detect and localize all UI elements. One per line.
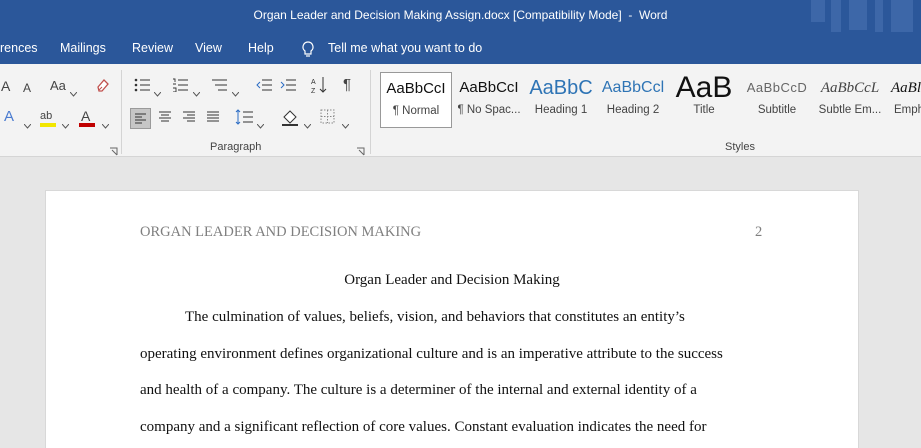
body-line: operating environment defines organizati… [140, 346, 723, 362]
style-subtle-emphasis[interactable]: AaBbCcL Subtle Em... [814, 72, 886, 128]
chevron-down-icon[interactable] [101, 116, 110, 134]
font-color-button[interactable]: A [81, 108, 90, 124]
svg-text:A: A [311, 79, 316, 86]
highlight-button[interactable]: ab [40, 108, 52, 124]
chevron-down-icon[interactable] [341, 116, 350, 134]
borders-icon[interactable] [320, 109, 335, 129]
style-preview: AaB [675, 72, 733, 104]
group-separator [121, 70, 122, 154]
style-preview: AaBbC [529, 77, 593, 99]
tell-me-search[interactable]: Tell me what you want to do [328, 41, 482, 55]
grow-font-button[interactable]: A [1, 78, 10, 94]
line-spacing-icon[interactable] [235, 109, 253, 130]
numbering-icon[interactable] [172, 78, 188, 97]
decrease-indent-icon[interactable] [256, 78, 272, 97]
chevron-down-icon[interactable] [69, 84, 78, 102]
lightbulb-icon[interactable] [301, 41, 315, 57]
chevron-down-icon[interactable] [231, 84, 240, 102]
body-line: company and a significant reflection of … [140, 419, 707, 435]
justify-icon[interactable] [205, 110, 221, 129]
styles-group-label: Styles [725, 141, 755, 153]
shrink-font-button[interactable]: A [23, 80, 31, 96]
style-label: Emph [894, 104, 921, 116]
tab-mailings[interactable]: Mailings [60, 41, 106, 55]
text-effects-button[interactable]: A [4, 109, 14, 125]
chevron-down-icon[interactable] [153, 84, 162, 102]
document-page[interactable]: ORGAN LEADER AND DECISION MAKING 2 Organ… [45, 190, 859, 448]
style-label: ¶ No Spac... [457, 104, 521, 116]
align-right-icon[interactable] [181, 110, 197, 129]
title-bar: Organ Leader and Decision Making Assign.… [0, 0, 921, 32]
style-emphasis[interactable]: AaBl Emph [888, 72, 921, 128]
chevron-down-icon[interactable] [23, 116, 32, 134]
ribbon-tabs: rences Mailings Review View Help Tell me… [0, 32, 921, 64]
style-heading-1[interactable]: AaBbC Heading 1 [526, 72, 596, 128]
group-separator [370, 70, 371, 154]
style-preview: AaBbCcL [820, 80, 880, 96]
body-line: and health of a company. The culture is … [140, 382, 697, 398]
style-label: Heading 1 [534, 104, 588, 116]
clear-formatting-icon[interactable] [95, 77, 111, 98]
style-preview: AaBbCcD [746, 80, 808, 95]
window-title: Organ Leader and Decision Making Assign.… [253, 8, 668, 22]
style-label: ¶ Normal [392, 105, 440, 117]
chevron-down-icon[interactable] [256, 116, 265, 134]
body-line: The culmination of values, beliefs, visi… [185, 309, 685, 325]
sort-icon[interactable]: AZ [311, 76, 327, 99]
document-title: Organ Leader and Decision Making [344, 272, 560, 288]
bullets-icon[interactable] [134, 78, 150, 97]
style-label: Title [693, 104, 715, 116]
increase-indent-icon[interactable] [280, 78, 296, 97]
tab-view[interactable]: View [195, 41, 222, 55]
tab-help[interactable]: Help [248, 41, 274, 55]
align-left-button[interactable] [130, 108, 151, 129]
style-heading-2[interactable]: AaBbCcl Heading 2 [598, 72, 668, 128]
style-preview: AaBl [891, 80, 921, 96]
style-preview: AaBbCcI [386, 80, 446, 97]
font-color-bar [79, 123, 95, 127]
style-label: Subtitle [757, 104, 797, 116]
shading-icon[interactable] [281, 108, 299, 131]
show-formatting-marks-button[interactable]: ¶ [343, 77, 351, 93]
multilevel-list-icon[interactable] [211, 78, 227, 97]
align-center-icon[interactable] [157, 110, 173, 129]
tab-references[interactable]: rences [0, 41, 38, 55]
style-no-spacing[interactable]: AaBbCcI ¶ No Spac... [454, 72, 524, 128]
style-preview: AaBbCcI [459, 79, 519, 96]
svg-text:Z: Z [311, 88, 316, 94]
style-label: Heading 2 [606, 104, 660, 116]
style-normal[interactable]: AaBbCcI ¶ Normal [380, 72, 452, 128]
chevron-down-icon[interactable] [303, 116, 312, 134]
tab-review[interactable]: Review [132, 41, 173, 55]
paragraph-group-label: Paragraph [210, 141, 262, 153]
ribbon: A A Aa A ab A AZ ¶ Paragraph AaBbCcI ¶ N… [0, 64, 921, 157]
style-preview: AaBbCcl [601, 79, 665, 96]
highlight-color-bar [40, 123, 56, 127]
style-subtitle[interactable]: AaBbCcD Subtitle [742, 72, 812, 128]
page-number: 2 [755, 224, 763, 240]
running-header: ORGAN LEADER AND DECISION MAKING [140, 224, 422, 240]
style-label: Subtle Em... [818, 104, 882, 116]
chevron-down-icon[interactable] [192, 84, 201, 102]
chevron-down-icon[interactable] [61, 116, 70, 134]
change-case-button[interactable]: Aa [50, 78, 66, 94]
style-title[interactable]: AaB Title [670, 72, 738, 128]
